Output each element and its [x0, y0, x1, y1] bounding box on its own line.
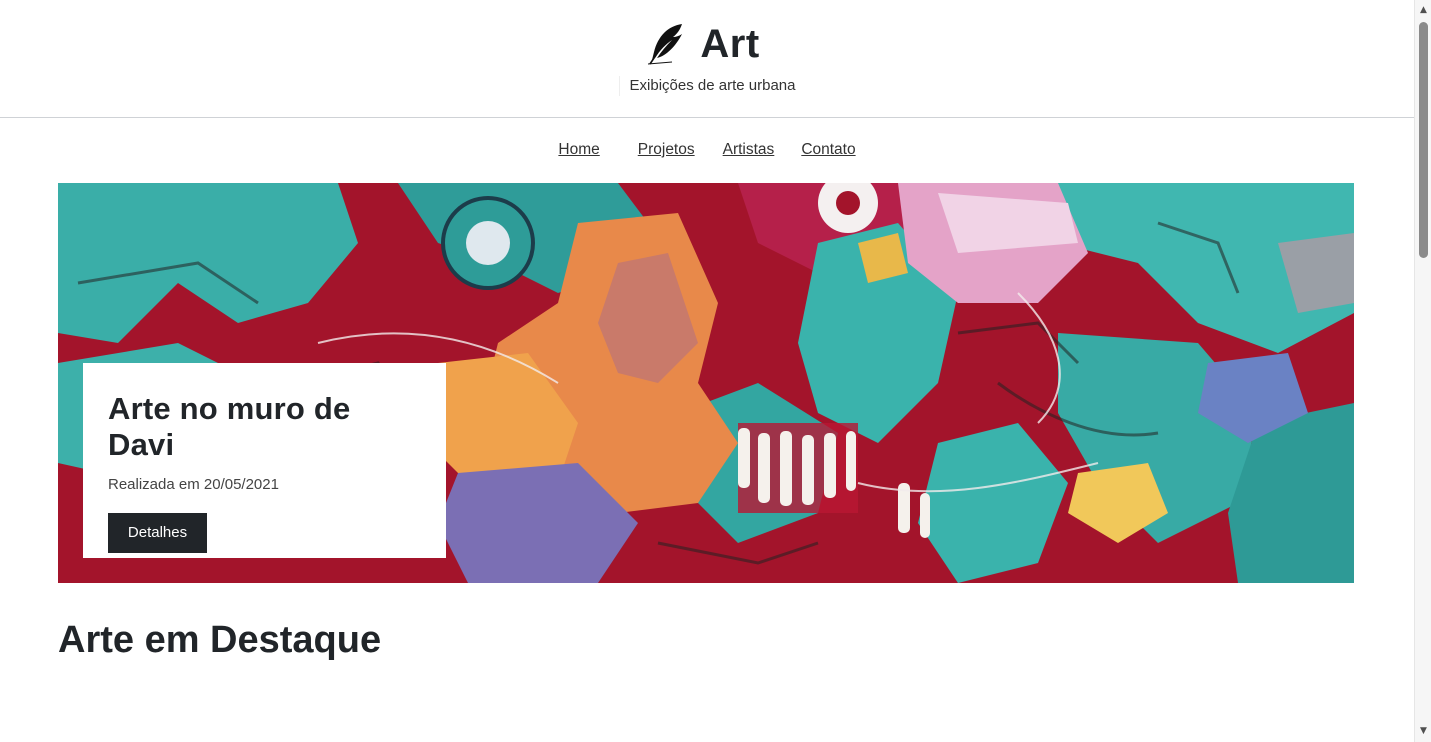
site-subtitle: Exibições de arte urbana	[618, 76, 795, 96]
scrollbar-thumb[interactable]	[1419, 22, 1428, 258]
hero-card: Arte no muro de Davi Realizada em 20/05/…	[83, 363, 446, 558]
nav-link-artistas[interactable]: Artistas	[723, 141, 775, 159]
vertical-scrollbar[interactable]: ▲ ▼	[1414, 0, 1431, 742]
nav-link-home[interactable]: Home	[558, 141, 599, 159]
brand[interactable]: Art	[0, 0, 1414, 66]
site-header: Art Exibições de arte urbana	[0, 0, 1414, 118]
nav-link-projetos[interactable]: Projetos	[638, 141, 695, 159]
hero-title: Arte no muro de Davi	[108, 391, 351, 462]
site-title[interactable]: Art	[700, 22, 759, 66]
feather-icon	[648, 24, 683, 65]
scroll-up-arrow-icon[interactable]: ▲	[1415, 2, 1431, 19]
details-button[interactable]: Detalhes	[108, 513, 207, 553]
main-nav: Home Projetos Artistas Contato	[0, 118, 1414, 182]
nav-link-contato[interactable]: Contato	[801, 141, 855, 159]
page: Art Exibições de arte urbana Home Projet…	[0, 0, 1414, 742]
hero-banner: Arte no muro de Davi Realizada em 20/05/…	[58, 183, 1354, 583]
featured-section-title: Arte em Destaque	[58, 619, 382, 661]
hero-date: Realizada em 20/05/2021	[108, 476, 279, 493]
scroll-down-arrow-icon[interactable]: ▼	[1415, 723, 1431, 740]
